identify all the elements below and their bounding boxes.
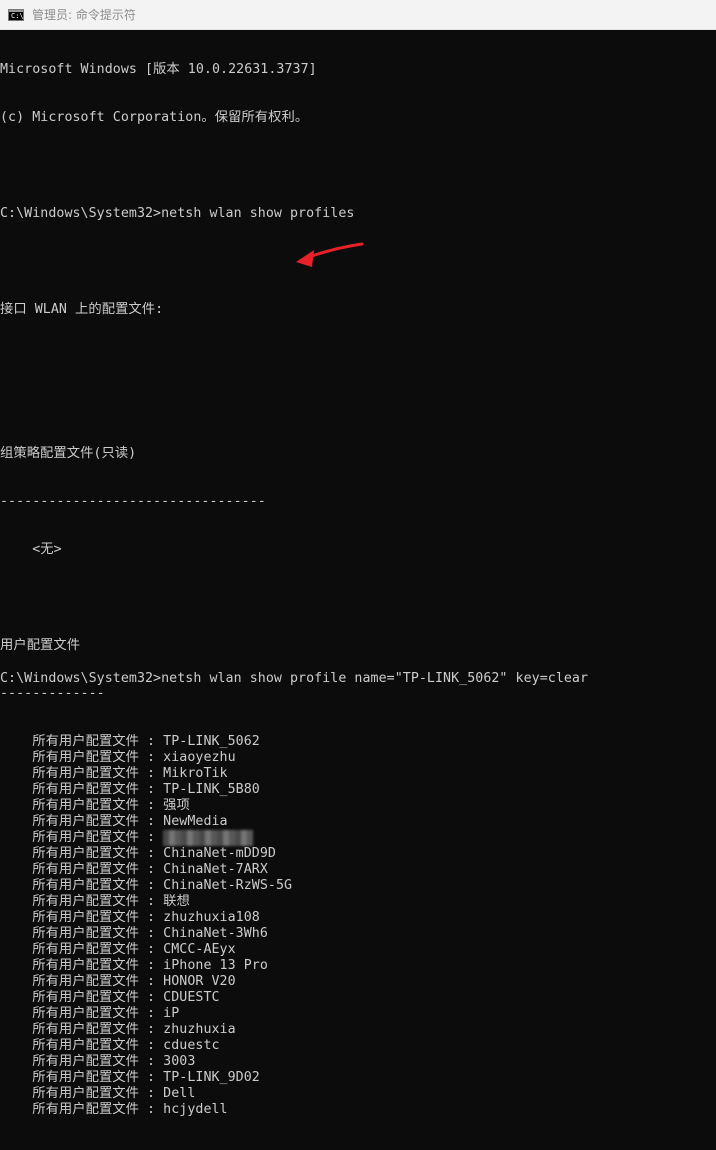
profile-prefix: 所有用户配置文件 : bbox=[0, 958, 164, 973]
profile-prefix: 所有用户配置文件 : bbox=[0, 1006, 164, 1021]
profile-name: zhuzhuxia bbox=[163, 1022, 236, 1037]
profile-prefix: 所有用户配置文件 : bbox=[0, 862, 164, 877]
profile-prefix: 所有用户配置文件 : bbox=[0, 1070, 164, 1085]
profile-prefix: 所有用户配置文件 : bbox=[0, 1054, 164, 1069]
profile-prefix: 所有用户配置文件 : bbox=[0, 974, 164, 989]
console-output[interactable]: Microsoft Windows [版本 10.0.22631.3737] (… bbox=[0, 30, 716, 1117]
profile-prefix: 所有用户配置文件 : bbox=[0, 1102, 164, 1117]
profile-prefix: 所有用户配置文件 : bbox=[0, 750, 164, 765]
profile-name: MikroTik bbox=[163, 766, 228, 781]
profile-name: zhuzhuxia108 bbox=[163, 910, 260, 925]
profile-name: hcjydell bbox=[163, 1102, 228, 1117]
window-titlebar[interactable]: C:\ 管理员: 命令提示符 bbox=[0, 0, 716, 30]
profile-row: 所有用户配置文件 : 联想 bbox=[0, 894, 716, 910]
user-profiles-separator: ------------- bbox=[0, 686, 105, 701]
profile-name: CMCC-AEyx bbox=[163, 942, 236, 957]
profile-name: ChinaNet-mDD9D bbox=[163, 846, 276, 861]
profile-row: 所有用户配置文件 : TP-LINK_9D02 bbox=[0, 1070, 716, 1086]
command-line-current[interactable]: C:\Windows\System32>netsh wlan show prof… bbox=[0, 671, 588, 687]
profile-prefix: 所有用户配置文件 : bbox=[0, 814, 164, 829]
profile-name: TP-LINK_9D02 bbox=[163, 1070, 260, 1085]
profile-row: 所有用户配置文件 : CDUESTC bbox=[0, 990, 716, 1006]
profile-prefix: 所有用户配置文件 : bbox=[0, 1086, 164, 1101]
profile-prefix: 所有用户配置文件 : bbox=[0, 878, 164, 893]
group-policy-separator: --------------------------------- bbox=[0, 494, 266, 509]
profile-row: 所有用户配置文件 : 3003 bbox=[0, 1054, 716, 1070]
profile-prefix: 所有用户配置文件 : bbox=[0, 926, 164, 941]
profile-prefix: 所有用户配置文件 : bbox=[0, 910, 164, 925]
profile-prefix: 所有用户配置文件 : bbox=[0, 766, 164, 781]
profile-prefix: 所有用户配置文件 : bbox=[0, 846, 164, 861]
profile-row: 所有用户配置文件 : NewMedia bbox=[0, 814, 716, 830]
profile-list: 所有用户配置文件 : TP-LINK_5062 所有用户配置文件 : xiaoy… bbox=[0, 734, 716, 1118]
profile-row: 所有用户配置文件 : CMCC-AEyx bbox=[0, 942, 716, 958]
console-header-version: Microsoft Windows [版本 10.0.22631.3737] bbox=[0, 62, 317, 77]
profile-prefix: 所有用户配置文件 : bbox=[0, 990, 164, 1005]
profile-row: 所有用户配置文件 : 强项 bbox=[0, 798, 716, 814]
profile-prefix: 所有用户配置文件 : bbox=[0, 734, 164, 749]
profile-name: 3003 bbox=[163, 1054, 196, 1069]
profile-prefix: 所有用户配置文件 : bbox=[0, 1022, 164, 1037]
profile-prefix: 所有用户配置文件 : bbox=[0, 782, 164, 797]
profile-row: 所有用户配置文件 : ChinaNet-3Wh6 bbox=[0, 926, 716, 942]
profile-row: 所有用户配置文件 : xiaoyezhu bbox=[0, 750, 716, 766]
profile-row: 所有用户配置文件 : ChinaNet-7ARX bbox=[0, 862, 716, 878]
profile-name: Dell bbox=[163, 1086, 196, 1101]
group-policy-title: 组策略配置文件(只读) bbox=[0, 446, 137, 461]
profile-name: ChinaNet-3Wh6 bbox=[163, 926, 268, 941]
window-title: 管理员: 命令提示符 bbox=[32, 8, 136, 22]
profile-name: TP-LINK_5B80 bbox=[163, 782, 260, 797]
profile-name: 强项 bbox=[163, 798, 190, 813]
profile-row: 所有用户配置文件 : TP-LINK_5062 bbox=[0, 734, 716, 750]
profile-name: NewMedia bbox=[163, 814, 228, 829]
profile-name: cduestc bbox=[163, 1038, 220, 1053]
profile-prefix: 所有用户配置文件 : bbox=[0, 798, 164, 813]
cmd-icon: C:\ bbox=[8, 8, 24, 21]
profile-name: CDUESTC bbox=[163, 990, 220, 1005]
profile-row: 所有用户配置文件 : cduestc bbox=[0, 1038, 716, 1054]
group-policy-none: <无> bbox=[0, 542, 62, 557]
profile-row: 所有用户配置文件 : iPhone 13 Pro bbox=[0, 958, 716, 974]
console-header-copyright: (c) Microsoft Corporation。保留所有权利。 bbox=[0, 110, 309, 125]
interface-line: 接口 WLAN 上的配置文件: bbox=[0, 302, 164, 317]
profile-prefix: 所有用户配置文件 : bbox=[0, 894, 164, 909]
profile-name: iPhone 13 Pro bbox=[163, 958, 268, 973]
profile-prefix: 所有用户配置文件 : bbox=[0, 942, 164, 957]
profile-row: 所有用户配置文件 : ChinaNet-mDD9D bbox=[0, 846, 716, 862]
profile-row: 所有用户配置文件 : zhuzhuxia108 bbox=[0, 910, 716, 926]
profile-row: 所有用户配置文件 : bbox=[0, 830, 716, 846]
user-profiles-title: 用户配置文件 bbox=[0, 638, 81, 653]
profile-prefix: 所有用户配置文件 : bbox=[0, 1038, 164, 1053]
profile-name: TP-LINK_5062 bbox=[163, 734, 260, 749]
profile-row: 所有用户配置文件 : zhuzhuxia bbox=[0, 1022, 716, 1038]
profile-row: 所有用户配置文件 : hcjydell bbox=[0, 1102, 716, 1118]
profile-row: 所有用户配置文件 : MikroTik bbox=[0, 766, 716, 782]
blurred-profile-name bbox=[163, 830, 254, 846]
profile-name: 联想 bbox=[163, 894, 190, 909]
profile-prefix: 所有用户配置文件 : bbox=[0, 830, 164, 845]
profile-row: 所有用户配置文件 : TP-LINK_5B80 bbox=[0, 782, 716, 798]
red-arrow-icon bbox=[296, 242, 364, 267]
profile-row: 所有用户配置文件 : iP bbox=[0, 1006, 716, 1022]
profile-name: xiaoyezhu bbox=[163, 750, 236, 765]
profile-row: 所有用户配置文件 : ChinaNet-RzWS-5G bbox=[0, 878, 716, 894]
command-line: C:\Windows\System32>netsh wlan show prof… bbox=[0, 206, 355, 221]
profile-name: iP bbox=[163, 1006, 180, 1021]
profile-name: ChinaNet-RzWS-5G bbox=[163, 878, 293, 893]
profile-name: HONOR V20 bbox=[163, 974, 236, 989]
profile-row: 所有用户配置文件 : Dell bbox=[0, 1086, 716, 1102]
profile-row: 所有用户配置文件 : HONOR V20 bbox=[0, 974, 716, 990]
profile-name: ChinaNet-7ARX bbox=[163, 862, 268, 877]
